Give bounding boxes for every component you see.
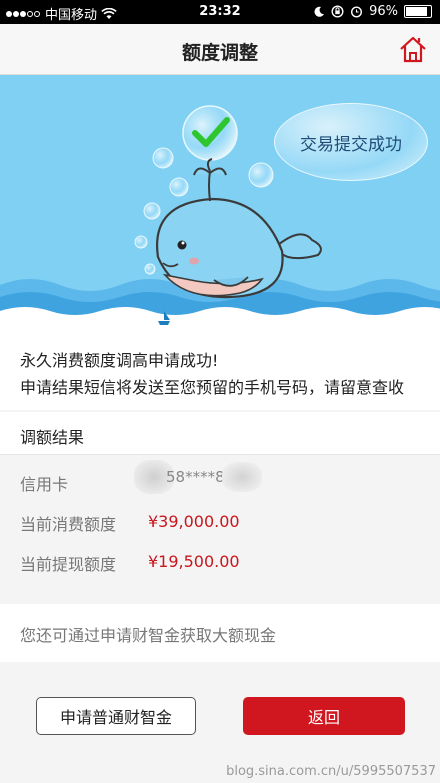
card-label: 信用卡 [20, 475, 69, 494]
home-button[interactable] [398, 34, 428, 64]
status-icons: 96% [313, 4, 432, 19]
card-number: 58****8 [166, 468, 225, 486]
back-button[interactable]: 返回 [243, 697, 405, 735]
status-bar: 中国移动 23:32 96% [0, 0, 440, 24]
moon-icon [314, 6, 325, 17]
consume-limit-label: 当前消费额度 [20, 515, 117, 534]
promo-text: 您还可通过申请财智金获取大额现金 [20, 626, 277, 645]
cash-limit-value: ¥19,500.00 [148, 552, 240, 571]
section-title: 调额结果 [20, 428, 85, 447]
watermark: blog.sina.com.cn/u/5995507537 [226, 764, 436, 779]
consume-limit-value: ¥39,000.00 [148, 512, 240, 531]
nav-bar: 额度调整 [0, 24, 440, 75]
message-line-2: 申请结果短信将发送至您预留的手机号码，请留意查收 [20, 378, 405, 397]
back-button-label: 返回 [307, 708, 340, 727]
section-header: 调额结果 [0, 412, 440, 455]
card-number-masked: 58****8 [134, 460, 264, 494]
result-message: 永久消费额度调高申请成功! 申请结果短信将发送至您预留的手机号码，请留意查收 [0, 326, 440, 410]
success-bubble: 交易提交成功 [274, 103, 428, 181]
alarm-icon [351, 6, 363, 18]
rotation-lock-icon [331, 5, 344, 18]
apply-button-label: 申请普通财智金 [59, 708, 172, 727]
apply-button[interactable]: 申请普通财智金 [36, 697, 196, 735]
result-details: 信用卡 58****8 当前消费额度 ¥39,000.00 当前提现额度 ¥19… [0, 455, 440, 587]
success-banner: 交易提交成功 [0, 75, 440, 326]
promo-row[interactable]: 您还可通过申请财智金获取大额现金 [0, 604, 440, 662]
battery-icon [404, 5, 432, 18]
success-bubble-text: 交易提交成功 [300, 134, 402, 155]
message-line-1: 永久消费额度调高申请成功! [20, 351, 219, 370]
home-icon [400, 36, 426, 63]
check-icon [192, 117, 230, 147]
battery-percent: 96% [369, 4, 398, 19]
cash-limit-label: 当前提现额度 [20, 555, 117, 574]
page-title: 额度调整 [181, 42, 258, 64]
